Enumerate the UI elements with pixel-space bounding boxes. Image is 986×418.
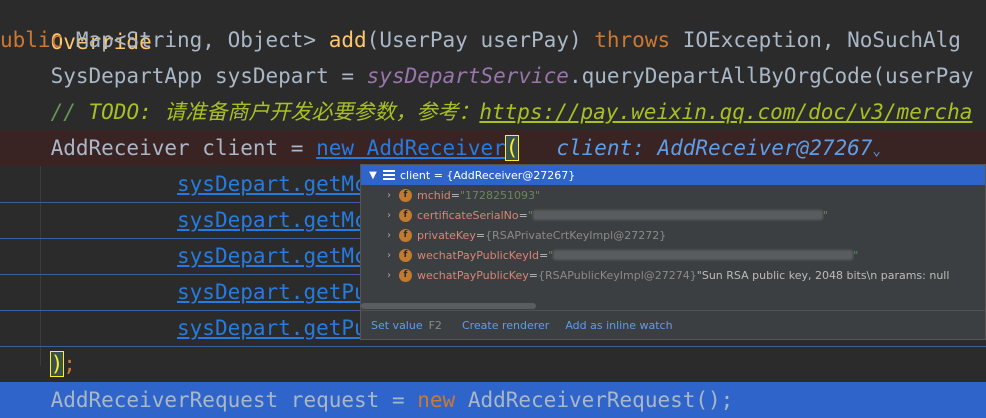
code-line-close-paren[interactable]: ); [0,346,986,382]
expand-arrow-icon[interactable]: › [383,230,395,241]
code-line-sysdepart[interactable]: SysDepartApp sysDepart = sysDepartServic… [0,58,986,94]
field-name: mchid [417,188,451,202]
redacted-value [553,250,854,260]
field-row-certificate-serial-no[interactable]: › f certificateSerialNo = " " [361,205,985,225]
field-icon: f [399,228,412,242]
field-icon: f [399,248,412,262]
field-name: wechatPayPublicKeyId [417,248,539,262]
redacted-value [532,210,823,220]
close-paren-highlight: ) [49,351,65,377]
field-value-close-quote: " [853,248,859,262]
code-line-method-signature[interactable]: ublic Map<String, Object> add(UserPay us… [0,22,986,58]
todo-text: TODO: 请准备商户开发必要参数，参考： [88,100,480,124]
field-value-close-quote: " [822,208,828,222]
code-line-request-current[interactable]: AddReceiverRequest request = new AddRece… [0,382,986,418]
horizontal-scrollbar[interactable] [361,303,536,309]
expand-arrow-icon[interactable]: › [383,190,395,201]
request-ctor: AddReceiverRequest(); [455,388,734,412]
set-value-shortcut: F2 [428,318,442,332]
object-list-icon [383,170,395,180]
field-name: certificateSerialNo [417,208,519,222]
constructor-link[interactable]: AddReceiver [354,136,506,160]
code-line-breakpoint[interactable]: AddReceiver client = new AddReceiver( cl… [0,130,986,166]
field-value: {RSAPrivateCrtKeyImpl@27272} [485,228,667,242]
set-value-link[interactable]: Set value [371,319,423,332]
inline-debug-hint[interactable]: client: AddReceiver@27267 [556,136,872,160]
create-renderer-link[interactable]: Create renderer [462,319,549,332]
field-row-private-key[interactable]: › f privateKey = {RSAPrivateCrtKeyImpl@2… [361,225,985,245]
client-decl: AddReceiver client = [50,136,317,160]
keyword-new: new [417,388,456,412]
keyword-throws: throws [594,28,683,52]
exception-list: IOException, NoSuchAlg [682,28,961,52]
field-value: "1728251093" [460,188,541,202]
field-equals: = [518,208,528,222]
request-decl: AddReceiverRequest request = [50,388,418,412]
debug-value-popup[interactable]: ▼ client = {AddReceiver@27267} › f mchid… [360,164,986,340]
field-row-mchid[interactable]: › f mchid = "1728251093" [361,185,985,205]
return-type: Map<String, Object> [75,28,329,52]
service-call: .queryDepartAllByOrgCode(userPay [568,64,974,88]
method-name: add [328,28,367,52]
expand-hint-icon[interactable]: ⌄ [872,143,880,159]
sysdepart-decl: SysDepartApp sysDepart = [50,64,367,88]
field-name: privateKey [417,228,476,242]
code-line-annotation[interactable]: Override [0,0,986,54]
popup-footer: Set value F2 Create renderer Add as inli… [361,310,985,339]
field-icon: f [399,268,412,282]
field-value-string: "Sun RSA public key, 2048 bits\n params:… [696,268,950,282]
field-name: wechatPayPublicKey [417,268,529,282]
field-equals: = [538,248,549,262]
field-value: {RSAPublicKeyImpl@27274} [537,268,697,282]
method-params: (UserPay userPay) [366,28,595,52]
service-field: sysDepartService [366,64,569,88]
field-icon: f [399,208,412,222]
add-inline-watch-link[interactable]: Add as inline watch [565,319,672,332]
open-paren-highlight: ( [504,135,520,161]
expand-arrow-icon[interactable]: › [383,210,395,221]
root-node-label: client = {AddReceiver@27267} [400,168,576,182]
field-row-wechat-pay-public-key[interactable]: › f wechatPayPublicKey = {RSAPublicKeyIm… [361,265,985,285]
expand-arrow-icon[interactable]: › [383,250,395,261]
popup-root-row[interactable]: ▼ client = {AddReceiver@27267} [361,165,985,185]
keyword-public: ublic [0,28,76,52]
keyword-new-link[interactable]: new [316,136,354,160]
todo-url-link[interactable]: https://pay.weixin.qq.com/doc/v3/mercha [479,100,972,124]
field-equals: = [528,268,538,282]
expand-arrow-icon[interactable]: › [383,270,395,281]
comment-slashes: // [50,100,89,124]
code-line-todo-comment[interactable]: // TODO: 请准备商户开发必要参数，参考：https://pay.weix… [0,94,986,130]
field-row-wechat-pay-public-key-id[interactable]: › f wechatPayPublicKeyId = " " [361,245,985,265]
field-equals: = [475,228,486,242]
field-equals: = [450,188,460,202]
semicolon: ; [63,352,76,376]
collapse-arrow-icon[interactable]: ▼ [367,170,379,181]
field-icon: f [399,188,412,202]
